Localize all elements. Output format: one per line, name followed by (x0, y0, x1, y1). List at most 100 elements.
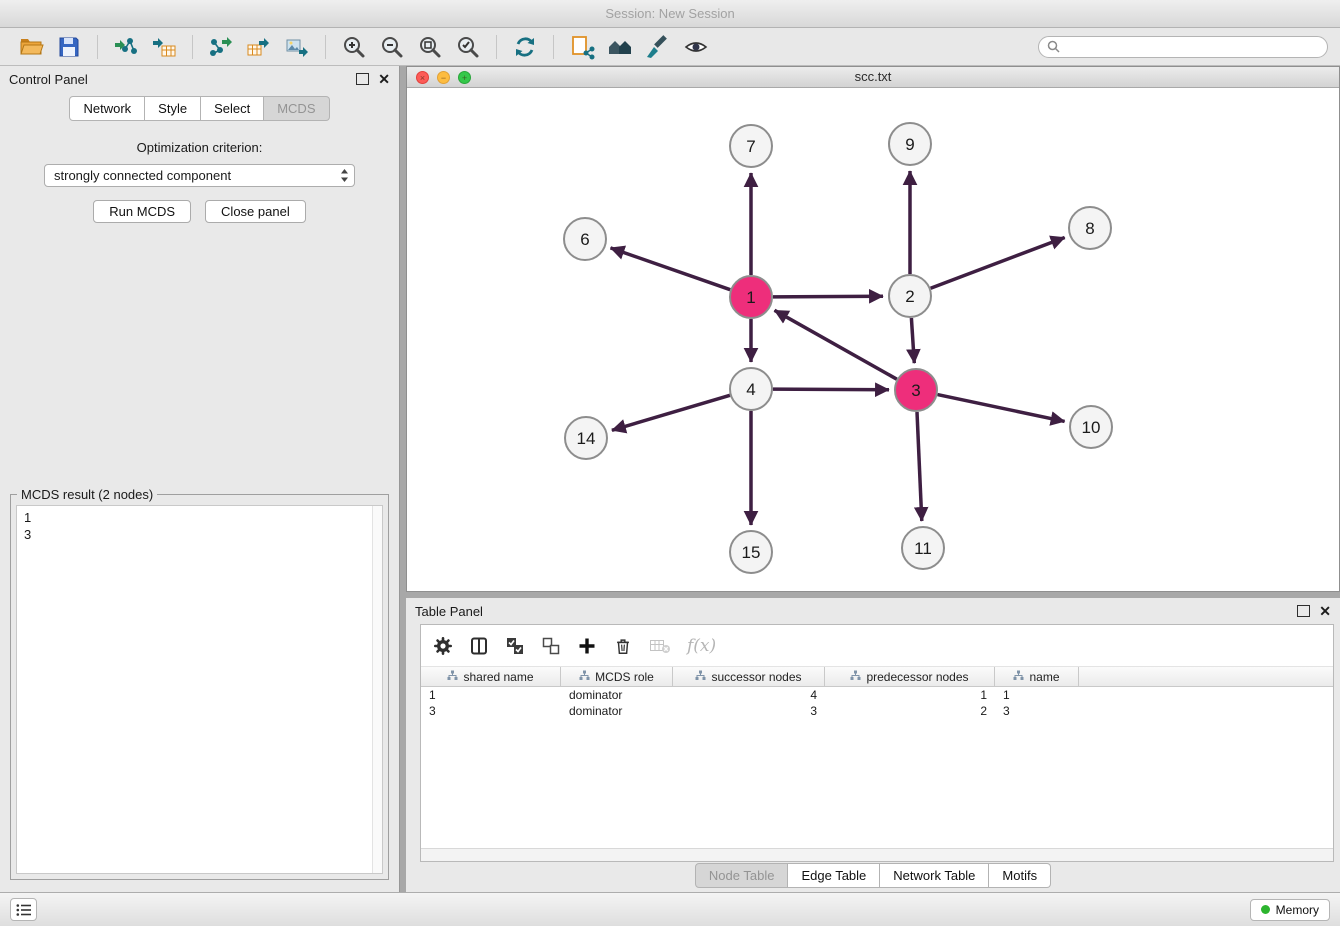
graph-edge-3-11[interactable] (917, 412, 922, 521)
mcds-result-title: MCDS result (2 nodes) (17, 487, 157, 502)
open-session-button[interactable] (14, 31, 48, 63)
graph-node-10[interactable]: 10 (1070, 406, 1112, 448)
zoom-selected-button[interactable] (451, 31, 485, 63)
search-icon (1047, 40, 1060, 56)
graph-node-15[interactable]: 15 (730, 531, 772, 573)
table-cell-successor-nodes[interactable]: 4 (673, 687, 825, 703)
import-network-icon (113, 34, 139, 60)
tab-style[interactable]: Style (145, 96, 201, 121)
graph-node-8[interactable]: 8 (1069, 207, 1111, 249)
table-cell-name[interactable]: 1 (995, 687, 1079, 703)
two-houses-icon (607, 34, 633, 60)
column-header-label: name (1029, 670, 1059, 684)
table-tab-node-table[interactable]: Node Table (695, 863, 789, 888)
add-button[interactable] (577, 636, 597, 656)
criterion-select[interactable]: strongly connected component (44, 164, 355, 187)
float-table-panel-icon[interactable] (1297, 605, 1310, 617)
graph-node-3[interactable]: 3 (895, 369, 937, 411)
search-input[interactable] (1038, 36, 1328, 58)
node-label: 14 (577, 429, 596, 448)
delete-table-button[interactable] (649, 636, 671, 656)
table-header-row: shared nameMCDS rolesuccessor nodesprede… (421, 667, 1333, 687)
graph-edge-2-3[interactable] (911, 318, 914, 363)
graph-edge-1-2[interactable] (773, 296, 883, 297)
column-type-icon (695, 670, 706, 684)
memory-status-dot (1261, 905, 1270, 914)
close-window-icon[interactable]: × (416, 71, 429, 84)
close-table-panel-icon[interactable]: ✕ (1319, 605, 1331, 617)
table-cell-successor-nodes[interactable]: 3 (673, 703, 825, 719)
export-table-button[interactable] (242, 31, 276, 63)
table-cell-shared-name[interactable]: 3 (421, 703, 561, 719)
minimize-window-icon[interactable]: − (437, 71, 450, 84)
table-cell-mcds-role[interactable]: dominator (561, 703, 673, 719)
close-panel-button[interactable]: Close panel (205, 200, 306, 223)
table-cell-predecessor-nodes[interactable]: 1 (825, 687, 995, 703)
table-settings-button[interactable] (433, 636, 453, 656)
column-header-predecessor-nodes[interactable]: predecessor nodes (825, 667, 995, 686)
graph-node-4[interactable]: 4 (730, 368, 772, 410)
graph-node-2[interactable]: 2 (889, 275, 931, 317)
delete-button[interactable] (613, 636, 633, 656)
zoom-in-button[interactable] (337, 31, 371, 63)
table-tab-network-table[interactable]: Network Table (880, 863, 989, 888)
two-houses-button[interactable] (603, 31, 637, 63)
graph-node-9[interactable]: 9 (889, 123, 931, 165)
table-horizontal-scrollbar[interactable] (421, 848, 1333, 861)
tab-select[interactable]: Select (201, 96, 264, 121)
new-network-from-selection-button[interactable] (565, 31, 599, 63)
import-network-button[interactable] (109, 31, 143, 63)
table-tab-motifs[interactable]: Motifs (989, 863, 1051, 888)
graph-node-1[interactable]: 1 (730, 276, 772, 318)
graph-edge-1-6[interactable] (611, 248, 731, 290)
graph-node-6[interactable]: 6 (564, 218, 606, 260)
table-row[interactable]: 1dominator411 (421, 687, 1333, 703)
import-table-button[interactable] (147, 31, 181, 63)
paintbrush-button[interactable] (641, 31, 675, 63)
float-panel-icon[interactable] (356, 73, 369, 85)
column-header-mcds-role[interactable]: MCDS role (561, 667, 673, 686)
refresh-view-button[interactable] (508, 31, 542, 63)
table-cell-name[interactable]: 3 (995, 703, 1079, 719)
mcds-result-group: MCDS result (2 nodes) 13 (10, 494, 389, 880)
toggle-columns-button[interactable] (469, 636, 489, 656)
graph-edge-4-14[interactable] (612, 395, 730, 430)
graph-node-11[interactable]: 11 (902, 527, 944, 569)
graph-edge-4-3[interactable] (773, 389, 889, 390)
run-mcds-button[interactable]: Run MCDS (93, 200, 191, 223)
column-header-name[interactable]: name (995, 667, 1079, 686)
function-builder-button[interactable]: f(x) (687, 636, 716, 656)
table-cell-predecessor-nodes[interactable]: 2 (825, 703, 995, 719)
column-header-shared-name[interactable]: shared name (421, 667, 561, 686)
close-panel-icon[interactable]: ✕ (378, 73, 390, 85)
graph-edge-2-8[interactable] (931, 238, 1065, 289)
task-history-button[interactable] (10, 898, 37, 921)
select-all-icon (505, 636, 525, 656)
tab-mcds[interactable]: MCDS (264, 96, 329, 121)
fx-icon: f(x) (687, 636, 716, 656)
graph-edge-3-1[interactable] (775, 310, 897, 379)
graph-edge-3-10[interactable] (938, 395, 1065, 422)
table-cell-shared-name[interactable]: 1 (421, 687, 561, 703)
export-network-button[interactable] (204, 31, 238, 63)
graph-node-7[interactable]: 7 (730, 125, 772, 167)
tab-network[interactable]: Network (69, 96, 145, 121)
zoom-fit-button[interactable] (413, 31, 447, 63)
network-window-titlebar[interactable]: × − + scc.txt (407, 67, 1339, 88)
select-all-button[interactable] (505, 636, 525, 656)
table-tab-edge-table[interactable]: Edge Table (788, 863, 880, 888)
network-canvas[interactable]: 7 9 6 8 1 2 4 3 14 10 15 11 (407, 88, 1339, 591)
memory-button[interactable]: Memory (1250, 899, 1330, 921)
mcds-result-list[interactable]: 13 (16, 505, 383, 874)
deselect-all-button[interactable] (541, 636, 561, 656)
show-details-button[interactable] (679, 31, 713, 63)
export-image-button[interactable] (280, 31, 314, 63)
zoom-window-icon[interactable]: + (458, 71, 471, 84)
table-row[interactable]: 3dominator323 (421, 703, 1333, 719)
save-session-button[interactable] (52, 31, 86, 63)
table-cell-mcds-role[interactable]: dominator (561, 687, 673, 703)
result-scrollbar[interactable] (372, 506, 382, 873)
graph-node-14[interactable]: 14 (565, 417, 607, 459)
zoom-out-button[interactable] (375, 31, 409, 63)
column-header-successor-nodes[interactable]: successor nodes (673, 667, 825, 686)
